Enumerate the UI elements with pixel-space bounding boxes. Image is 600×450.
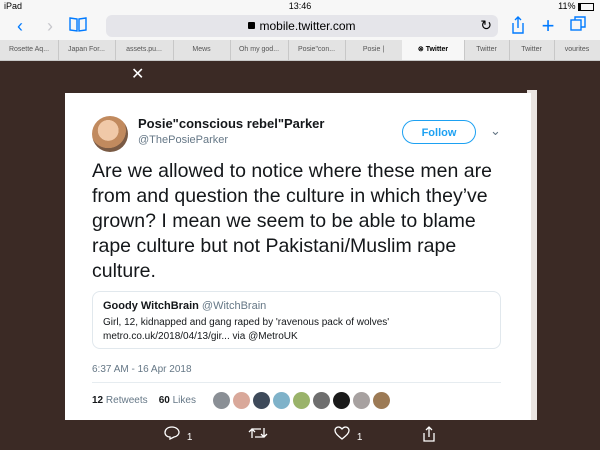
battery-icon	[578, 2, 594, 11]
retweet-icon	[248, 427, 268, 443]
url-text: mobile.twitter.com	[259, 19, 356, 33]
liker-avatar[interactable]	[273, 392, 290, 409]
heart-icon	[334, 426, 354, 443]
close-icon[interactable]: ✕	[131, 64, 144, 84]
tab-item-active[interactable]: ⊗ Twitter	[402, 40, 465, 60]
status-bar: iPad 13:46 11%	[0, 0, 600, 12]
tab-item[interactable]: Posie |	[345, 40, 403, 60]
battery-percent: 11%	[558, 1, 576, 11]
like-button[interactable]: 1	[334, 426, 362, 443]
lock-icon	[248, 22, 256, 30]
divider	[92, 382, 501, 383]
battery-indicator: 11%	[558, 1, 594, 11]
back-icon[interactable]: ‹	[10, 16, 30, 36]
liker-avatar[interactable]	[333, 392, 350, 409]
liker-avatar[interactable]	[253, 392, 270, 409]
tweet-action-bar: 1 1	[0, 420, 600, 450]
liker-avatar[interactable]	[373, 392, 390, 409]
chevron-down-icon[interactable]: ⌄	[490, 123, 501, 139]
quoted-text: Girl, 12, kidnapped and gang raped by 'r…	[103, 317, 390, 342]
tab-item[interactable]: Oh my god...	[230, 40, 289, 60]
liker-avatar[interactable]	[213, 392, 230, 409]
quoted-author-handle: @WitchBrain	[201, 300, 267, 312]
tab-item[interactable]: Twitter	[509, 40, 555, 60]
share-icon	[422, 426, 436, 445]
timestamp[interactable]: 6:37 AM - 16 Apr 2018	[92, 364, 192, 375]
reply-button[interactable]: 1	[164, 426, 192, 443]
share-tweet-button[interactable]	[422, 426, 436, 445]
tab-item[interactable]: assets.pu...	[115, 40, 174, 60]
tabs-overview-icon[interactable]	[568, 16, 588, 36]
liker-avatar[interactable]	[313, 392, 330, 409]
tab-strip: Rosette Aq... Japan For... assets.pu... …	[0, 40, 600, 61]
tab-item[interactable]: Posie"con...	[288, 40, 346, 60]
share-icon[interactable]	[508, 16, 528, 36]
quoted-author-name: Goody WitchBrain	[103, 300, 199, 312]
liker-avatar[interactable]	[353, 392, 370, 409]
tab-label: Twitter	[425, 46, 449, 53]
address-bar[interactable]: mobile.twitter.com ↻	[106, 15, 498, 37]
bookmarks-icon[interactable]	[68, 16, 88, 36]
tab-item[interactable]: Mews	[173, 40, 231, 60]
tab-item[interactable]: Twitter	[464, 40, 510, 60]
retweets-count[interactable]: 12	[92, 395, 103, 406]
avatar[interactable]	[92, 116, 128, 152]
retweet-button[interactable]	[248, 426, 268, 443]
tweet-card: Posie"conscious rebel"Parker @ThePosiePa…	[65, 93, 531, 420]
retweets-label[interactable]: Retweets	[106, 395, 148, 406]
browser-toolbar: ‹ › mobile.twitter.com ↻ +	[0, 12, 600, 40]
tab-item[interactable]: vourites	[554, 40, 600, 60]
forward-icon[interactable]: ›	[40, 16, 60, 36]
follow-button[interactable]: Follow	[402, 120, 476, 144]
author-handle[interactable]: @ThePosieParker	[138, 134, 228, 146]
likes-label[interactable]: Likes	[173, 395, 196, 406]
new-tab-icon[interactable]: +	[538, 15, 558, 37]
tab-close-icon[interactable]: ⊗	[418, 46, 426, 53]
like-count: 1	[356, 432, 363, 443]
quoted-tweet[interactable]: Goody WitchBrain @WitchBrain Girl, 12, k…	[92, 291, 501, 349]
liker-avatar[interactable]	[293, 392, 310, 409]
author-name[interactable]: Posie"conscious rebel"Parker	[138, 116, 324, 131]
clock: 13:46	[288, 1, 312, 11]
liker-avatar[interactable]	[233, 392, 250, 409]
reply-icon	[164, 426, 184, 443]
tweet-stats: 12 Retweets 60 Likes	[92, 395, 196, 406]
tweet-text: Are we allowed to notice where these men…	[92, 160, 492, 282]
reply-count: 1	[186, 432, 193, 443]
likes-count[interactable]: 60	[159, 395, 170, 406]
tab-item[interactable]: Rosette Aq...	[0, 40, 59, 60]
reload-icon[interactable]: ↻	[480, 17, 492, 34]
tab-item[interactable]: Japan For...	[58, 40, 116, 60]
